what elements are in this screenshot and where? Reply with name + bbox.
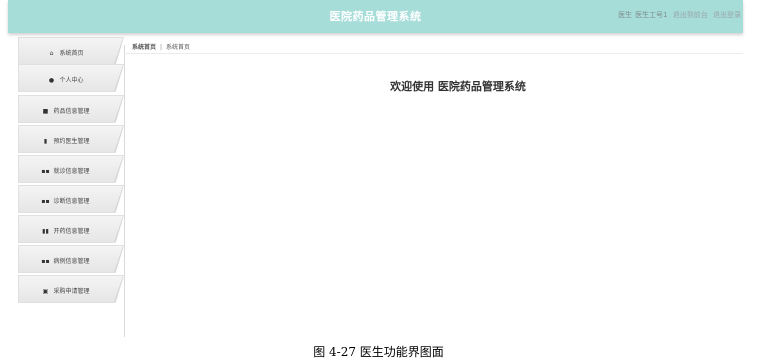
home-icon: ⌂ [49,50,54,57]
sidebar-item-label: 系统首页 [59,50,84,57]
sidebar-item-label: 预约医生管理 [53,138,90,145]
sidebar-item-home[interactable]: ⌂ 系统首页 [18,37,124,65]
sidebar-item-prescriptions[interactable]: ▮▮ 开药信息管理 [18,215,124,243]
clipboard-icon: ▣ [42,288,49,295]
sidebar-item-appointments[interactable]: ▮ 预约医生管理 [18,125,124,153]
figure-caption: 图 4-27 医生功能界图面 [313,345,444,359]
grid-icon: ▪▪ [41,258,50,265]
chart-icon: ▮▮ [42,228,49,235]
breadcrumb: 系统首页 | 系统首页 [132,42,190,51]
welcome-heading: 欢迎使用 医院药品管理系统 [390,80,526,93]
sidebar-item-label: 药品信息管理 [53,108,90,115]
user-area: 医生 医生工号1 退出到前台 退出登录 [615,10,741,20]
sidebar-item-cases[interactable]: ▪▪ 病例信息管理 [18,245,124,273]
app-screenshot: 医院药品管理系统 医生 医生工号1 退出到前台 退出登录 ⌂ 系统首页 ● 个人中心 … [8,0,743,337]
document-icon: ▮ [43,138,48,145]
sidebar-item-label: 病例信息管理 [53,258,90,265]
logout-link[interactable]: 退出登录 [713,11,741,19]
sidebar-item-diagnosis[interactable]: ▪▪ 诊断信息管理 [18,185,124,213]
breadcrumb-home[interactable]: 系统首页 [132,44,156,51]
breadcrumb-separator: | [160,44,163,51]
user-name: 医生工号1 [635,11,668,19]
sidebar: ⌂ 系统首页 ● 个人中心 ■ 药品信息管理 ▮ 预约医生管理 ▪▪ 就诊信息管理 ▪▪ 诊… [18,37,125,337]
sidebar-item-drugs[interactable]: ■ 药品信息管理 [18,95,124,123]
breadcrumb-divider [124,53,743,54]
sidebar-item-label: 个人中心 [59,77,84,84]
sidebar-item-purchase[interactable]: ▣ 采购申请管理 [18,275,124,303]
sidebar-item-label: 开药信息管理 [53,228,90,235]
user-icon: ● [48,77,55,84]
sidebar-item-label: 采购申请管理 [53,288,90,295]
grid-icon: ▪▪ [41,168,50,175]
sidebar-item-profile[interactable]: ● 个人中心 [18,64,124,92]
sidebar-item-visits[interactable]: ▪▪ 就诊信息管理 [18,155,124,183]
breadcrumb-current: 系统首页 [166,44,191,51]
grid-icon: ▪▪ [41,198,50,205]
sidebar-item-label: 就诊信息管理 [53,168,90,175]
back-to-frontend-link[interactable]: 退出到前台 [673,11,708,19]
sidebar-item-label: 诊断信息管理 [53,198,90,205]
briefcase-icon: ■ [42,108,49,115]
top-header: 医院药品管理系统 医生 医生工号1 退出到前台 退出登录 [8,0,743,33]
user-role: 医生 [618,11,633,19]
